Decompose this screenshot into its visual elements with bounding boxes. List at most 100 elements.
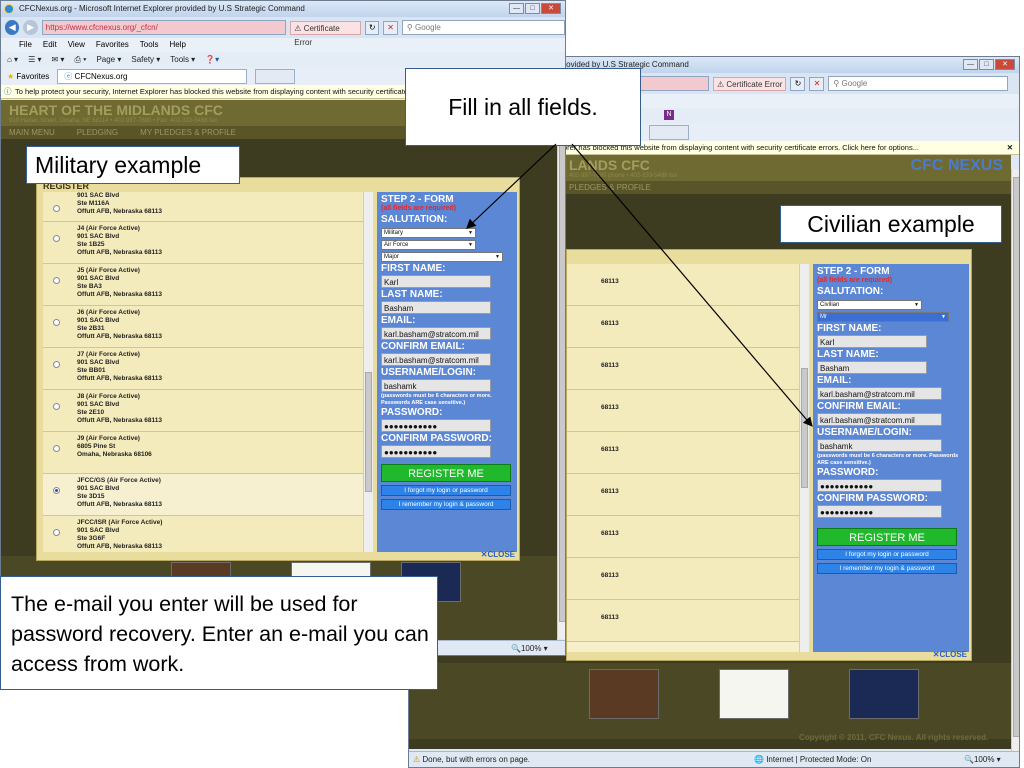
password-field[interactable]: ●●●●●●●●●●● [381, 419, 491, 432]
list-item[interactable]: 68113 [567, 264, 799, 306]
safety-menu[interactable]: Safety ▾ [131, 52, 160, 67]
list-item[interactable]: 68113 [567, 516, 799, 558]
new-tab-button[interactable] [255, 68, 296, 84]
menu-favorites[interactable]: Favorites [96, 38, 129, 52]
list-scrollbar[interactable] [363, 192, 373, 552]
refresh-icon[interactable]: ↻ [364, 20, 380, 35]
page-scrollbar[interactable] [1011, 169, 1019, 751]
close-window-button[interactable]: ✕ [541, 3, 561, 14]
refresh-icon[interactable]: ↻ [790, 76, 806, 91]
last-name-field[interactable]: Basham [817, 361, 927, 374]
password-field[interactable]: ●●●●●●●●●●● [817, 479, 942, 492]
menu-help[interactable]: Help [169, 38, 185, 52]
confirm-password-field[interactable]: ●●●●●●●●●●● [381, 445, 491, 458]
stop-icon[interactable]: ✕ [383, 20, 398, 35]
menu-edit[interactable]: Edit [43, 38, 57, 52]
certificate-error-button[interactable]: ⚠ Certificate Error [713, 76, 787, 91]
zoom-control[interactable]: 🔍100% ▾ [511, 641, 548, 655]
list-item[interactable]: 68113 [567, 558, 799, 600]
tab-cfcnexus[interactable]: ⓔ CFCNexus.org [57, 68, 248, 84]
list-item[interactable]: J8 (Air Force Active) 901 SAC Blvd Ste 2E1… [43, 390, 363, 432]
warning-icon[interactable]: ⚠ [413, 755, 420, 764]
radio-button[interactable] [53, 487, 60, 494]
new-tab-button[interactable] [649, 125, 689, 140]
confirm-password-field[interactable]: ●●●●●●●●●●● [817, 505, 942, 518]
confirm-email-field[interactable]: karl.basham@stratcom.mil [381, 353, 491, 366]
username-field[interactable]: bashamk [817, 439, 942, 452]
list-item[interactable]: 68113 [567, 390, 799, 432]
list-item[interactable]: J5 (Air Force Active) 901 SAC Blvd Ste BA3… [43, 264, 363, 306]
list-item[interactable]: 68113 [567, 600, 799, 642]
home-icon[interactable]: ⌂ ▾ [7, 52, 18, 67]
forgot-login-button[interactable]: I forgot my login or password [381, 485, 511, 496]
confirm-email-field[interactable]: karl.basham@stratcom.mil [817, 413, 942, 426]
email-field[interactable]: karl.basham@stratcom.mil [817, 387, 942, 400]
radio-button[interactable] [53, 235, 60, 242]
list-item[interactable]: JFCC/GS (Air Force Active) 901 SAC Blvd St… [43, 474, 363, 516]
certificate-error-button[interactable]: ⚠ Certificate Error [290, 20, 361, 47]
register-button[interactable]: REGISTER ME [381, 464, 511, 482]
help-icon[interactable]: ❓▾ [205, 52, 219, 67]
maximize-button[interactable]: □ [979, 59, 994, 70]
list-item[interactable]: 68113 [567, 474, 799, 516]
search-input[interactable]: ⚲ Google [401, 20, 565, 35]
back-icon[interactable]: ◀ [5, 20, 20, 35]
list-item[interactable]: 68113 [567, 432, 799, 474]
username-field[interactable]: bashamk [381, 379, 491, 392]
search-input[interactable]: ⚲ Google [828, 76, 1009, 91]
modal-close-button[interactable]: ✕CLOSE [933, 650, 967, 659]
radio-button[interactable] [53, 445, 60, 452]
radio-button[interactable] [53, 361, 60, 368]
salutation-type-select[interactable]: Military [381, 228, 476, 238]
maximize-button[interactable]: □ [525, 3, 540, 14]
remember-login-button[interactable]: I remember my login & password [381, 499, 511, 510]
salutation-type-select[interactable]: Civilian [817, 300, 922, 310]
menu-tools[interactable]: Tools [140, 38, 159, 52]
favorites-button[interactable]: ★ Favorites [7, 72, 49, 81]
radio-button[interactable] [53, 277, 60, 284]
list-item[interactable]: 68113 [567, 306, 799, 348]
radio-button[interactable] [53, 319, 60, 326]
feeds-icon[interactable]: ☰ ▾ [28, 52, 41, 67]
radio-button[interactable] [53, 403, 60, 410]
first-name-field[interactable]: Karl [381, 275, 491, 288]
page-menu[interactable]: Page ▾ [96, 52, 121, 67]
close-window-button[interactable]: ✕ [995, 59, 1015, 70]
tools-menu[interactable]: Tools ▾ [170, 52, 195, 67]
list-item[interactable]: J6 (Air Force Active) 901 SAC Blvd Ste 2B3… [43, 306, 363, 348]
close-infobar-icon[interactable]: ✕ [1007, 141, 1013, 154]
minimize-button[interactable]: — [509, 3, 524, 14]
nav-main-menu[interactable]: MAIN MENU [9, 128, 55, 137]
page-scrollbar[interactable] [557, 114, 565, 639]
remember-login-button[interactable]: I remember my login & password [817, 563, 957, 574]
salutation-title-select[interactable]: Mr [817, 312, 949, 322]
onenote-icon[interactable]: N [664, 110, 674, 120]
zoom-control[interactable]: 🔍100% ▾ [964, 752, 1001, 767]
forgot-login-button[interactable]: I forgot my login or password [817, 549, 957, 560]
print-icon[interactable]: ⎙ ▾ [74, 52, 86, 67]
salutation-rank-select[interactable]: Major [381, 252, 503, 262]
address-bar[interactable]: https://www.cfcnexus.org/_cfcn/ [41, 20, 287, 35]
radio-button[interactable] [53, 529, 60, 536]
first-name-field[interactable]: Karl [817, 335, 927, 348]
last-name-field[interactable]: Basham [381, 301, 491, 314]
list-item[interactable]: J4 (Air Force Active) 901 SAC Blvd Ste 1B2… [43, 222, 363, 264]
modal-close-button[interactable]: ✕CLOSE [481, 550, 515, 559]
list-item[interactable]: J9 (Air Force Active) 6805 Pine St Omaha, … [43, 432, 363, 474]
list-item[interactable]: JFCC/ISR (Air Force Active) 901 SAC Blvd S… [43, 516, 363, 552]
register-button[interactable]: REGISTER ME [817, 528, 957, 546]
menu-file[interactable]: File [19, 38, 32, 52]
mail-icon[interactable]: ✉ ▾ [52, 52, 65, 67]
list-item[interactable]: 901 SAC Blvd Ste M116A Offutt AFB, Nebrask… [43, 192, 363, 222]
list-item[interactable]: J7 (Air Force Active) 901 SAC Blvd Ste BB0… [43, 348, 363, 390]
salutation-branch-select[interactable]: Air Force [381, 240, 476, 250]
nav-pledging[interactable]: PLEDGING [77, 128, 118, 137]
forward-icon[interactable]: ▶ [23, 20, 38, 35]
menu-view[interactable]: View [68, 38, 85, 52]
minimize-button[interactable]: — [963, 59, 978, 70]
radio-button[interactable] [53, 205, 60, 212]
list-scrollbar[interactable] [799, 264, 809, 652]
stop-icon[interactable]: ✕ [809, 76, 825, 91]
nav-my-pledges[interactable]: MY PLEDGES & PROFILE [140, 128, 236, 137]
nav-pledges-profile[interactable]: PLEDGES & PROFILE [569, 183, 651, 192]
